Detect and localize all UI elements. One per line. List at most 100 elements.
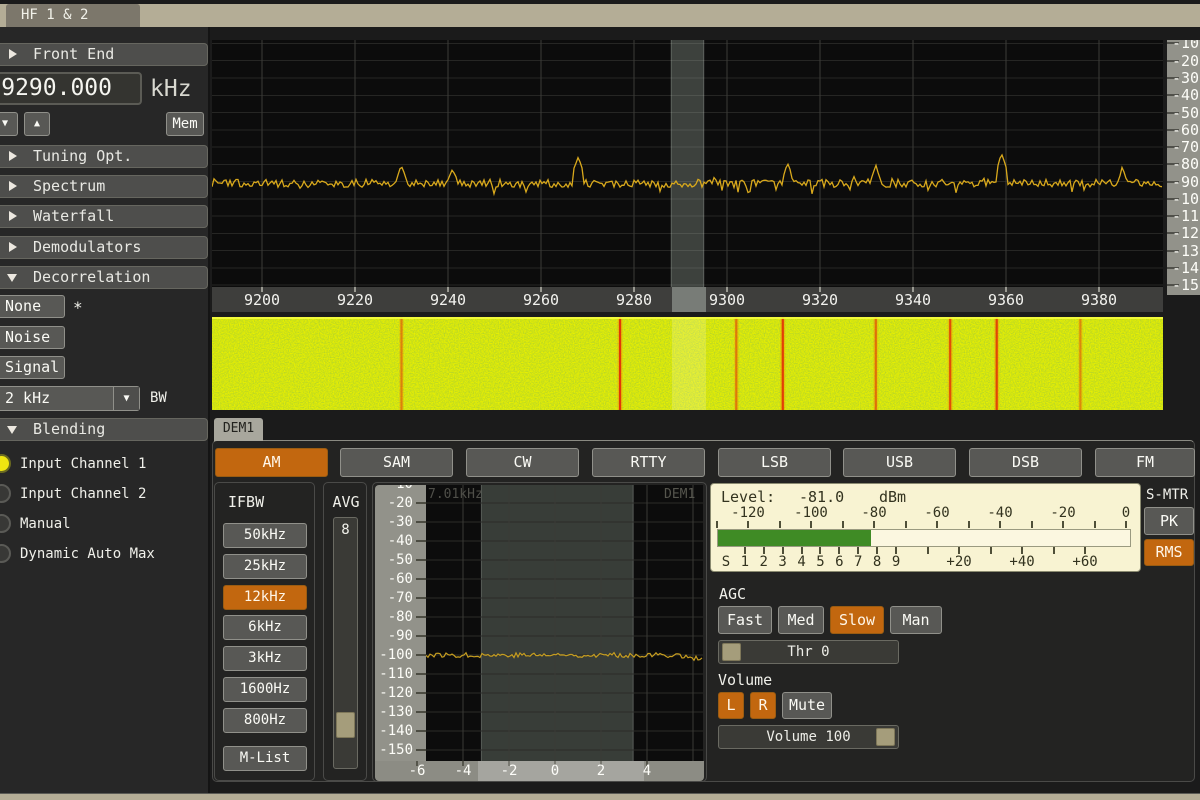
ifbw-button-3khz[interactable]: 3kHz bbox=[223, 646, 307, 671]
y-tick-label: -150 bbox=[1172, 276, 1200, 294]
y-tick-label: -110 bbox=[1172, 207, 1200, 225]
y-tick-label: -100 bbox=[375, 647, 413, 663]
tab-dem1[interactable]: DEM1 bbox=[214, 418, 263, 441]
meter-tick bbox=[927, 547, 929, 554]
radio-option-input-channel-2[interactable]: Input Channel 2 bbox=[0, 483, 210, 507]
agc-threshold-handle[interactable] bbox=[722, 643, 741, 661]
section-label: Front End bbox=[33, 45, 114, 63]
section-spectrum[interactable]: Spectrum bbox=[0, 175, 208, 198]
chevron-down-icon[interactable]: ▼ bbox=[113, 387, 139, 410]
ifbw-button-12khz[interactable]: 12kHz bbox=[223, 585, 307, 610]
x-tick-label: 9360 bbox=[971, 291, 1041, 309]
ifbw-button-6khz[interactable]: 6kHz bbox=[223, 615, 307, 640]
frequency-input[interactable]: 9290.000 bbox=[0, 72, 142, 105]
spectrum-y-axis: -10-20-30-40-50-60-70-80-90-100-110-120-… bbox=[1167, 40, 1200, 295]
y-tick-mark bbox=[416, 654, 426, 656]
y-tick-mark bbox=[416, 673, 426, 675]
y-tick-label: -140 bbox=[375, 723, 413, 739]
y-tick-label: -50 bbox=[375, 552, 413, 568]
y-tick-mark bbox=[416, 635, 426, 637]
radio-option-dynamic-auto-max[interactable]: Dynamic Auto Max bbox=[0, 543, 210, 567]
meter-tick bbox=[876, 547, 878, 554]
demod-plot-panel: -10-20-30-40-50-60-70-80-90-100-110-120-… bbox=[372, 482, 707, 782]
section-front-end[interactable]: Front End bbox=[0, 43, 208, 66]
decorrelation-mode-button[interactable]: None bbox=[0, 295, 65, 318]
y-tick-mark bbox=[416, 597, 426, 599]
agc-button-slow[interactable]: Slow bbox=[830, 606, 884, 634]
section-blending[interactable]: Blending bbox=[0, 418, 208, 441]
rms-button[interactable]: RMS bbox=[1144, 539, 1194, 566]
agc-button-med[interactable]: Med bbox=[778, 606, 824, 634]
section-decorrelation[interactable]: Decorrelation bbox=[0, 266, 208, 289]
meter-tick bbox=[990, 547, 992, 554]
y-tick-label: -150 bbox=[375, 742, 413, 758]
volume-label: Volume bbox=[718, 671, 772, 689]
y-tick-label: -50 bbox=[1172, 104, 1199, 122]
volume-left-button[interactable]: L bbox=[718, 692, 744, 719]
main-spectrum-plot[interactable] bbox=[212, 40, 1163, 287]
meter-tick bbox=[905, 521, 907, 528]
y-tick-label: -130 bbox=[375, 704, 413, 720]
x-tick-label: -4 bbox=[448, 763, 478, 779]
mute-button[interactable]: Mute bbox=[782, 692, 832, 719]
agc-label: AGC bbox=[719, 585, 746, 603]
mode-button-rtty[interactable]: RTTY bbox=[592, 448, 705, 477]
meter-tick bbox=[763, 547, 765, 554]
signal-button[interactable]: Signal bbox=[0, 356, 65, 379]
avg-slider[interactable]: 8 bbox=[333, 517, 358, 769]
radio-dot-input-channel-1[interactable] bbox=[0, 454, 11, 473]
collapse-arrow-icon bbox=[7, 426, 17, 434]
mode-button-dsb[interactable]: DSB bbox=[969, 448, 1082, 477]
radio-dot-input-channel-2[interactable] bbox=[0, 484, 11, 503]
bw-label: BW bbox=[150, 390, 167, 406]
mode-button-fm[interactable]: FM bbox=[1095, 448, 1195, 477]
radio-option-manual[interactable]: Manual bbox=[0, 513, 210, 537]
ifbw-button-800hz[interactable]: 800Hz bbox=[223, 708, 307, 733]
volume-slider[interactable]: Volume 100 bbox=[718, 725, 899, 749]
expand-arrow-icon bbox=[9, 49, 17, 59]
frequency-up-button[interactable]: ▲ bbox=[24, 112, 50, 136]
mode-button-cw[interactable]: CW bbox=[466, 448, 579, 477]
pk-button[interactable]: PK bbox=[1144, 507, 1194, 535]
agc-button-man[interactable]: Man bbox=[890, 606, 942, 634]
meter-scale-bottom-label: +20 bbox=[934, 554, 984, 570]
mode-button-sam[interactable]: SAM bbox=[340, 448, 453, 477]
radio-dot-manual[interactable] bbox=[0, 514, 11, 533]
y-tick-label: -80 bbox=[375, 609, 413, 625]
meter-scale-top-label: -100 bbox=[786, 505, 836, 521]
ifbw-button-1600hz[interactable]: 1600Hz bbox=[223, 677, 307, 702]
y-tick-mark bbox=[416, 578, 426, 580]
mode-button-am[interactable]: AM bbox=[215, 448, 328, 477]
section-demodulators[interactable]: Demodulators bbox=[0, 236, 208, 259]
frequency-down-button[interactable]: ▼ bbox=[0, 112, 18, 136]
meter-tick bbox=[999, 521, 1001, 528]
mlist-button[interactable]: M-List bbox=[223, 746, 307, 771]
ifbw-button-50khz[interactable]: 50kHz bbox=[223, 523, 307, 548]
radio-option-input-channel-1[interactable]: Input Channel 1 bbox=[0, 453, 210, 477]
waterfall-display[interactable] bbox=[212, 317, 1163, 410]
noise-button[interactable]: Noise bbox=[0, 326, 65, 349]
meter-tick bbox=[1125, 521, 1127, 528]
demod-spectrum-plot[interactable] bbox=[426, 485, 703, 761]
agc-threshold-slider[interactable]: Thr 0 bbox=[718, 640, 899, 664]
bottom-window-bar bbox=[0, 794, 1200, 800]
ifbw-button-25khz[interactable]: 25kHz bbox=[223, 554, 307, 579]
y-tick-label: -70 bbox=[1172, 138, 1199, 156]
bw-dropdown[interactable]: 2 kHz ▼ bbox=[0, 386, 140, 411]
volume-right-button[interactable]: R bbox=[750, 692, 776, 719]
agc-button-fast[interactable]: Fast bbox=[718, 606, 772, 634]
radio-dot-dynamic-auto-max[interactable] bbox=[0, 544, 11, 563]
volume-slider-handle[interactable] bbox=[876, 728, 895, 746]
meter-scale-top-label: -80 bbox=[849, 505, 899, 521]
meter-tick bbox=[936, 521, 938, 528]
avg-slider-handle[interactable] bbox=[336, 712, 355, 738]
mode-button-usb[interactable]: USB bbox=[843, 448, 956, 477]
section-tuning-opt[interactable]: Tuning Opt. bbox=[0, 145, 208, 168]
tab-hf-1-2[interactable]: HF 1 & 2 bbox=[6, 4, 140, 27]
demod-y-axis: -10-20-30-40-50-60-70-80-90-100-110-120-… bbox=[375, 485, 426, 761]
y-tick-mark bbox=[416, 521, 426, 523]
mem-button[interactable]: Mem bbox=[166, 112, 204, 136]
section-waterfall[interactable]: Waterfall bbox=[0, 205, 208, 228]
y-tick-label: -20 bbox=[1172, 52, 1199, 70]
mode-button-lsb[interactable]: LSB bbox=[718, 448, 831, 477]
